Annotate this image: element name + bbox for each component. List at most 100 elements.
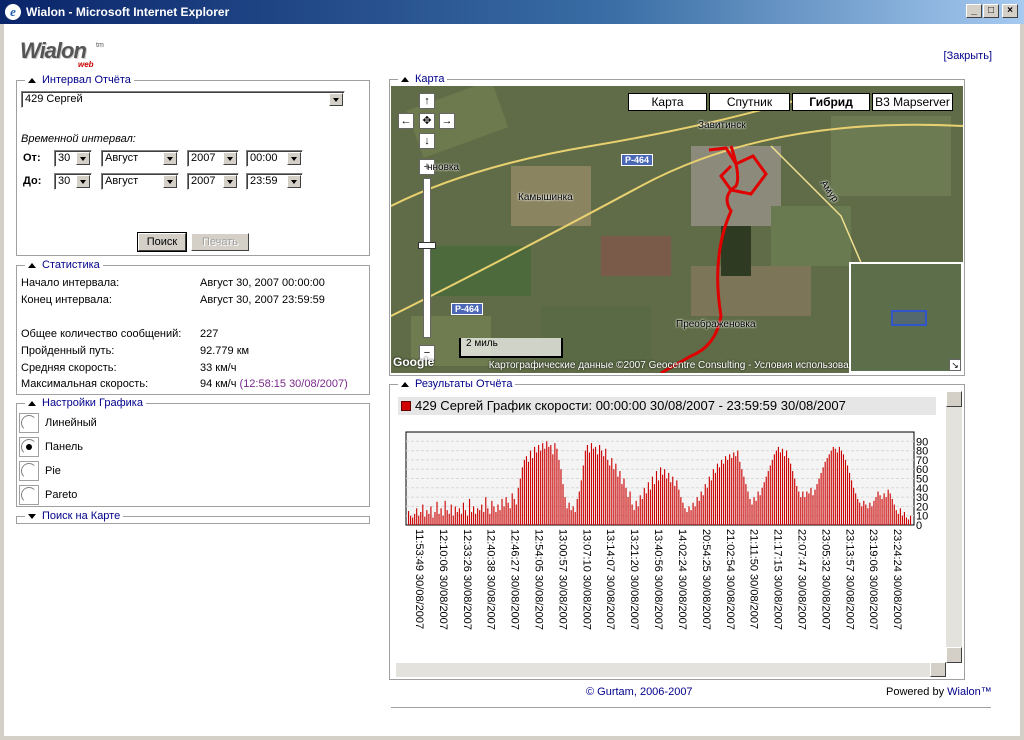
statistics-legend[interactable]: Статистика (25, 259, 103, 272)
map-viewport[interactable]: Карта Спутник Гибрид B3 Mapserver ↑ ← ✥ … (391, 86, 963, 373)
close-window-button[interactable]: × (1002, 4, 1018, 18)
from-day-select[interactable]: 30 (54, 150, 92, 167)
map-tab-map[interactable]: Карта (628, 93, 707, 111)
pan-down-icon[interactable]: ↓ (419, 133, 435, 149)
speed-bar (783, 456, 786, 525)
speed-bar (511, 493, 513, 525)
map-legend[interactable]: Карта (398, 73, 448, 86)
speed-bar (771, 459, 773, 525)
unit-select[interactable]: 429 Сергей (21, 91, 345, 108)
speed-bar (804, 497, 806, 525)
statistics-panel: Статистика Начало интервала: Август 30, … (16, 259, 370, 395)
speed-bar (816, 484, 818, 525)
speed-bar (706, 487, 708, 525)
speed-bar (907, 519, 910, 525)
speed-bar (863, 500, 865, 525)
pan-right-icon[interactable]: → (439, 113, 455, 129)
report-interval-legend[interactable]: Интервал Отчёта (25, 74, 134, 87)
results-legend[interactable]: Результаты Отчёта (398, 378, 516, 391)
chart-settings-legend[interactable]: Настройки Графика (25, 397, 146, 410)
to-time-select[interactable]: 23:59 (246, 173, 303, 190)
pan-center-icon[interactable]: ✥ (419, 113, 435, 129)
speed-bar (521, 467, 523, 525)
pan-left-icon[interactable]: ← (398, 113, 414, 129)
stat-label: Пройденный путь: (21, 345, 115, 357)
speed-bar (586, 445, 588, 525)
speed-bar (826, 458, 828, 525)
from-year-select[interactable]: 2007 (187, 150, 239, 167)
speed-bar (458, 508, 460, 525)
speed-bar (538, 445, 540, 525)
max-speed-time-link[interactable]: (12:58:15 30/08/2007) (240, 378, 348, 390)
maximize-button[interactable]: □ (983, 4, 999, 18)
map-search-legend[interactable]: Поиск на Карте (25, 510, 124, 523)
speed-bar (885, 497, 887, 525)
from-time-select[interactable]: 00:00 (246, 150, 303, 167)
speed-bar (440, 508, 442, 525)
speed-bar (471, 511, 473, 525)
speed-bar (464, 510, 467, 525)
close-link[interactable]: [Закрыть] (944, 50, 992, 62)
from-month-select[interactable]: Август (101, 150, 179, 167)
speed-bar (743, 476, 745, 525)
minimap-toggle-icon[interactable]: ↘ (949, 359, 961, 371)
speed-bar (875, 497, 877, 525)
search-button[interactable]: Поиск (137, 232, 187, 252)
speed-bar (664, 469, 666, 525)
speed-bar (473, 506, 475, 525)
speed-bar (788, 458, 790, 525)
collapse-icon (28, 77, 36, 83)
x-tick-label: 23:13:57 30/08/2007 (843, 529, 855, 630)
results-horizontal-scrollbar[interactable] (396, 662, 946, 677)
x-tick-label: 21:17:15 30/08/2007 (772, 529, 784, 630)
map-tab-hybrid[interactable]: Гибрид (792, 93, 870, 111)
speed-bar (442, 515, 444, 525)
speed-bar (509, 508, 511, 525)
speed-bar (790, 463, 792, 525)
zoom-slider-track[interactable] (423, 178, 431, 338)
scroll-right-icon[interactable] (930, 662, 946, 677)
speed-bar (905, 517, 908, 525)
chevron-down-icon (287, 175, 301, 188)
window-titlebar[interactable]: e Wialon - Microsoft Internet Explorer _… (0, 0, 1024, 24)
zoom-slider-handle[interactable] (418, 242, 436, 249)
radio-panel[interactable] (21, 439, 37, 455)
scroll-down-icon[interactable] (946, 647, 962, 663)
speed-bar (627, 497, 629, 525)
wialon-link[interactable]: Wialon™ (947, 686, 992, 698)
radio-pie[interactable] (21, 463, 37, 479)
speed-bar (570, 510, 572, 525)
speed-bar (729, 454, 731, 525)
speed-bar (666, 478, 668, 525)
map-tab-satellite[interactable]: Спутник (709, 93, 790, 111)
speed-bar (846, 465, 849, 525)
speed-bar (418, 515, 420, 525)
speed-bar (416, 508, 418, 525)
speed-bar (531, 458, 534, 525)
speed-bar (820, 472, 822, 525)
radio-linear[interactable] (21, 415, 37, 431)
speed-bar (879, 495, 881, 525)
footer-copyright[interactable]: © Gurtam, 2006-2007 (586, 686, 693, 698)
print-button[interactable]: Печать (191, 233, 249, 251)
speed-bar (576, 498, 578, 525)
to-year-select[interactable]: 2007 (187, 173, 239, 190)
overview-minimap[interactable]: ↘ (849, 262, 963, 373)
radio-pareto[interactable] (21, 487, 37, 503)
minimize-button[interactable]: _ (966, 4, 982, 18)
minimap-viewport[interactable] (891, 310, 927, 326)
speed-bar (633, 510, 635, 525)
scroll-up-icon[interactable] (946, 391, 962, 407)
speed-bar (851, 480, 853, 525)
results-vertical-scrollbar[interactable] (946, 391, 962, 663)
to-month-select[interactable]: Август (101, 173, 179, 190)
x-tick-label: 12:54:05 30/08/2007 (533, 529, 545, 630)
to-day-select[interactable]: 30 (54, 173, 92, 190)
speed-bar (420, 511, 422, 525)
speed-bar (599, 445, 601, 525)
x-tick-label: 13:21:20 30/08/2007 (628, 529, 640, 630)
speed-bar (657, 480, 660, 525)
map-tab-b3-mapserver[interactable]: B3 Mapserver (872, 93, 953, 111)
speed-bar (493, 506, 495, 525)
pan-up-icon[interactable]: ↑ (419, 93, 435, 109)
